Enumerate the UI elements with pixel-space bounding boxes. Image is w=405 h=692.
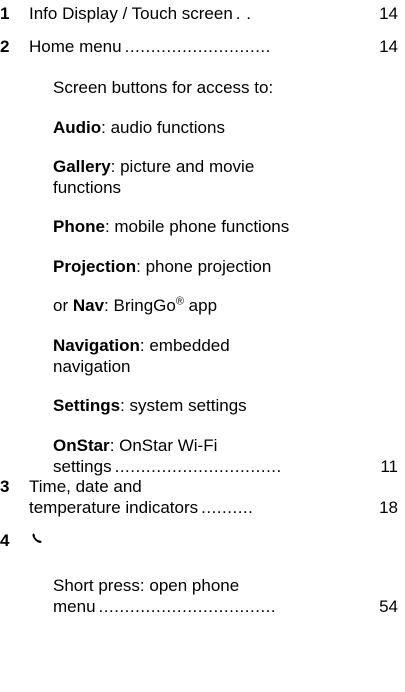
audio-entry: Audio: audio functions <box>53 117 398 138</box>
projection-entry: Projection: phone projection <box>53 256 398 277</box>
leader-dots: ................................ <box>114 457 282 476</box>
item-line: temperature indicators .......... 18 <box>29 497 398 518</box>
settings-entry: Settings: system settings <box>53 395 398 416</box>
gallery-button-label: Gallery <box>53 157 111 176</box>
short-press-text: Short press: open phone <box>53 576 240 595</box>
page-reference[interactable]: 54 <box>379 596 398 617</box>
navigation-description: : embedded <box>139 336 230 355</box>
registered-mark: ® <box>175 295 184 308</box>
leader-dots: .......... <box>201 498 254 517</box>
projection-description: : phone projection <box>136 257 272 276</box>
phone-entry: Phone: mobile phone functions <box>53 216 398 237</box>
page-reference[interactable]: 14 <box>379 36 398 57</box>
item-number: 1 <box>0 4 10 23</box>
item-label-cont: temperature indicators <box>29 498 199 517</box>
phone-button-label: Phone <box>53 217 105 236</box>
audio-button-label: Audio <box>53 118 102 137</box>
settings-description: : system settings <box>120 396 247 415</box>
item-line: Home menu ............................ 1… <box>29 36 398 57</box>
item-label: Home menu <box>29 37 122 56</box>
leader-dots: . . <box>235 4 252 23</box>
item-label: Info Display / Touch screen <box>29 4 233 23</box>
phone-icon <box>29 530 45 546</box>
onstar-entry: OnStar: OnStar Wi-Fi settings ..........… <box>53 435 398 477</box>
nav-prefix: or <box>53 296 73 315</box>
projection-button-label: Projection <box>53 257 137 276</box>
page-reference[interactable]: 11 <box>380 456 398 477</box>
page-reference[interactable]: 18 <box>379 497 398 518</box>
manual-page: 1 Info Display / Touch screen . . 14 2 H… <box>0 0 405 692</box>
nav-description-suffix: app <box>183 296 218 315</box>
short-press-line2: menu .................................. … <box>53 596 398 617</box>
navigation-description-cont: navigation <box>53 357 131 376</box>
leader-dots: ............................ <box>124 37 271 56</box>
item-label: Time, date and <box>29 477 142 496</box>
onstar-description: : OnStar Wi-Fi <box>109 436 218 455</box>
gallery-entry: Gallery: picture and movie functions <box>53 156 398 198</box>
nav-description: : BringGo <box>104 296 176 315</box>
item-number: 3 <box>0 477 10 496</box>
item-line: Info Display / Touch screen . . 14 <box>29 3 398 24</box>
nav-button-label: Nav <box>72 296 105 315</box>
page-reference[interactable]: 14 <box>379 3 398 24</box>
item-number: 2 <box>0 37 10 56</box>
phone-short-press: Short press: open phone menu ...........… <box>53 575 398 617</box>
audio-description: : audio functions <box>101 118 225 137</box>
item-icon-wrap <box>29 530 398 551</box>
settings-button-label: Settings <box>53 396 121 415</box>
nav-entry: or Nav: BringGo® app <box>53 295 398 316</box>
home-menu-intro: Screen buttons for access to: <box>53 78 274 97</box>
phone-description: : mobile phone functions <box>104 217 290 236</box>
navigation-button-label: Navigation <box>53 336 140 355</box>
leader-dots: .................................. <box>98 597 277 616</box>
short-press-text-cont: menu <box>53 597 96 616</box>
item-text: Time, date and temperature indicators ..… <box>29 476 398 518</box>
onstar-button-label: OnStar <box>53 436 110 455</box>
gallery-description: : picture and movie <box>110 157 255 176</box>
item-number: 4 <box>0 531 10 550</box>
navigation-entry: Navigation: embedded navigation <box>53 335 398 377</box>
gallery-description-cont: functions <box>53 178 122 197</box>
onstar-line2: settings ...............................… <box>53 456 398 477</box>
onstar-description-cont: settings <box>53 457 112 476</box>
